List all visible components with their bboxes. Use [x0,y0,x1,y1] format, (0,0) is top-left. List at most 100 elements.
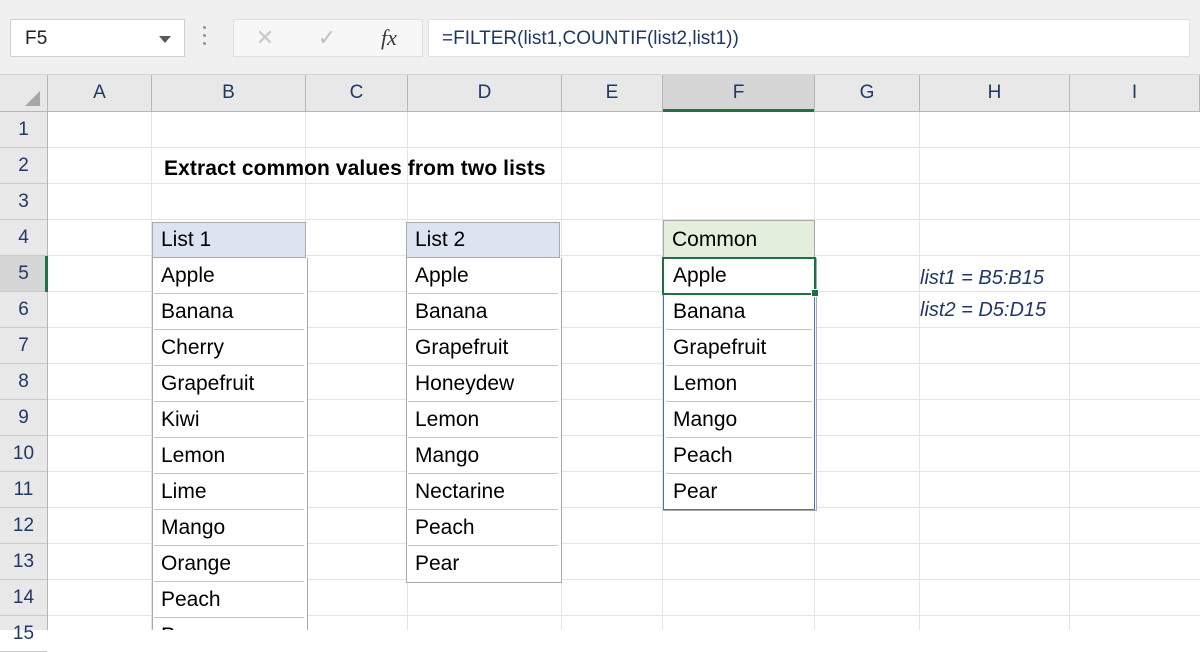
list2-item[interactable]: Peach [407,510,559,546]
list1-item[interactable]: Apple [153,258,305,294]
column-header-g[interactable]: G [815,75,920,111]
gridline-horizontal [48,219,1200,220]
row-header-11[interactable]: 11 [0,472,47,508]
name-box-value: F5 [25,28,48,49]
row-header-label: 9 [18,406,29,428]
list1-item[interactable]: Grapefruit [153,366,305,402]
row-header-label: 11 [13,478,34,500]
list1-header: List 1 [152,222,306,258]
chevron-down-icon[interactable] [159,36,171,43]
column-header-label: F [732,82,745,103]
row-header-label: 13 [12,550,35,572]
list1-item[interactable]: Mango [153,510,305,546]
gridline-vertical [1069,112,1070,630]
row-header-label: 12 [12,514,35,536]
column-header-a[interactable]: A [48,75,152,111]
column-header-f[interactable]: F [663,75,815,112]
list1-item[interactable]: Pear [153,618,305,630]
common-item[interactable]: Banana [665,294,813,330]
row-header-label: 15 [12,622,35,644]
column-header-label: D [477,82,492,103]
row-header-label: 1 [18,118,29,140]
column-header-e[interactable]: E [562,75,663,111]
row-header-label: 4 [18,226,29,248]
fx-icon[interactable]: fx [358,20,420,56]
list2-item[interactable]: Lemon [407,402,559,438]
row-header-column: 1 2 3 4 5 6 7 8 9 10 11 12 13 14 15 [0,112,48,652]
list1-item[interactable]: Lemon [153,438,305,474]
row-header-4[interactable]: 4 [0,220,47,256]
row-header-label: 5 [18,262,29,284]
list1-item[interactable]: Kiwi [153,402,305,438]
row-header-12[interactable]: 12 [0,508,47,544]
column-header-label: G [859,82,875,103]
list2-item[interactable]: Honeydew [407,366,559,402]
row-header-2[interactable]: 2 [0,148,47,184]
formula-text: =FILTER(list1,COUNTIF(list2,list1)) [442,28,739,49]
corner-triangle-icon [25,91,40,106]
common-item[interactable]: Mango [665,402,813,438]
formula-bar-area: F5 ✕ ✓ fx =FILTER(list1,COUNTIF(list2,li… [0,0,1200,75]
row-header-5[interactable]: 5 [0,256,48,292]
row-header-label: 14 [12,586,35,608]
row-header-3[interactable]: 3 [0,184,47,220]
column-header-label: I [1131,82,1138,103]
row-header-label: 3 [18,190,29,212]
row-header-8[interactable]: 8 [0,364,47,400]
common-item[interactable]: Lemon [665,366,813,402]
formula-action-buttons: ✕ ✓ fx [233,19,423,57]
row-header-15[interactable]: 15 [0,616,47,652]
row-header-13[interactable]: 13 [0,544,47,580]
list1-item[interactable]: Lime [153,474,305,510]
formula-input[interactable]: =FILTER(list1,COUNTIF(list2,list1)) [428,19,1190,57]
enter-check-icon[interactable]: ✓ [296,20,358,56]
column-header-i[interactable]: I [1070,75,1200,111]
column-header-d[interactable]: D [408,75,562,111]
row-header-label: 2 [18,154,29,176]
column-header-label: A [93,82,106,103]
name-box[interactable]: F5 [10,19,185,57]
gridline-horizontal [48,147,1200,148]
list2-item[interactable]: Grapefruit [407,330,559,366]
row-header-label: 10 [12,442,35,464]
row-header-7[interactable]: 7 [0,328,47,364]
column-header-label: C [349,82,364,103]
list2-item[interactable]: Pear [407,546,559,582]
list1-item[interactable]: Cherry [153,330,305,366]
list2-item[interactable]: Nectarine [407,474,559,510]
list2-item[interactable]: Apple [407,258,559,294]
row-header-label: 6 [18,298,29,320]
gridline-vertical [919,112,920,630]
list2-item[interactable]: Banana [407,294,559,330]
row-header-14[interactable]: 14 [0,580,47,616]
column-header-h[interactable]: H [920,75,1070,111]
list2-header: List 2 [406,222,560,258]
common-item[interactable]: Pear [665,474,813,510]
row-header-label: 8 [18,370,29,392]
row-header-10[interactable]: 10 [0,436,47,472]
sheet-title: Extract common values from two lists [164,157,546,180]
common-item[interactable]: Apple [665,258,813,294]
select-all-corner-icon[interactable] [0,75,48,111]
list1-item[interactable]: Banana [153,294,305,330]
range-note: list1 = B5:B15 [920,267,1044,289]
column-header-b[interactable]: B [152,75,306,111]
row-header-1[interactable]: 1 [0,112,47,148]
cancel-x-icon[interactable]: ✕ [234,20,296,56]
vertical-dots-icon[interactable] [203,26,207,50]
column-header-row: A B C D E F G H I [0,75,1200,112]
common-item[interactable]: Grapefruit [665,330,813,366]
row-header-9[interactable]: 9 [0,400,47,436]
common-item[interactable]: Peach [665,438,813,474]
column-header-c[interactable]: C [306,75,408,111]
list1-item[interactable]: Peach [153,582,305,618]
list2-item[interactable]: Mango [407,438,559,474]
column-header-label: E [605,82,619,103]
row-header-label: 7 [18,334,29,356]
common-header: Common [663,220,815,258]
row-header-6[interactable]: 6 [0,292,47,328]
spreadsheet-grid[interactable]: Extract common values from two lists Lis… [48,112,1200,630]
range-note: list2 = D5:D15 [920,299,1047,321]
column-header-label: B [222,82,235,103]
list1-item[interactable]: Orange [153,546,305,582]
